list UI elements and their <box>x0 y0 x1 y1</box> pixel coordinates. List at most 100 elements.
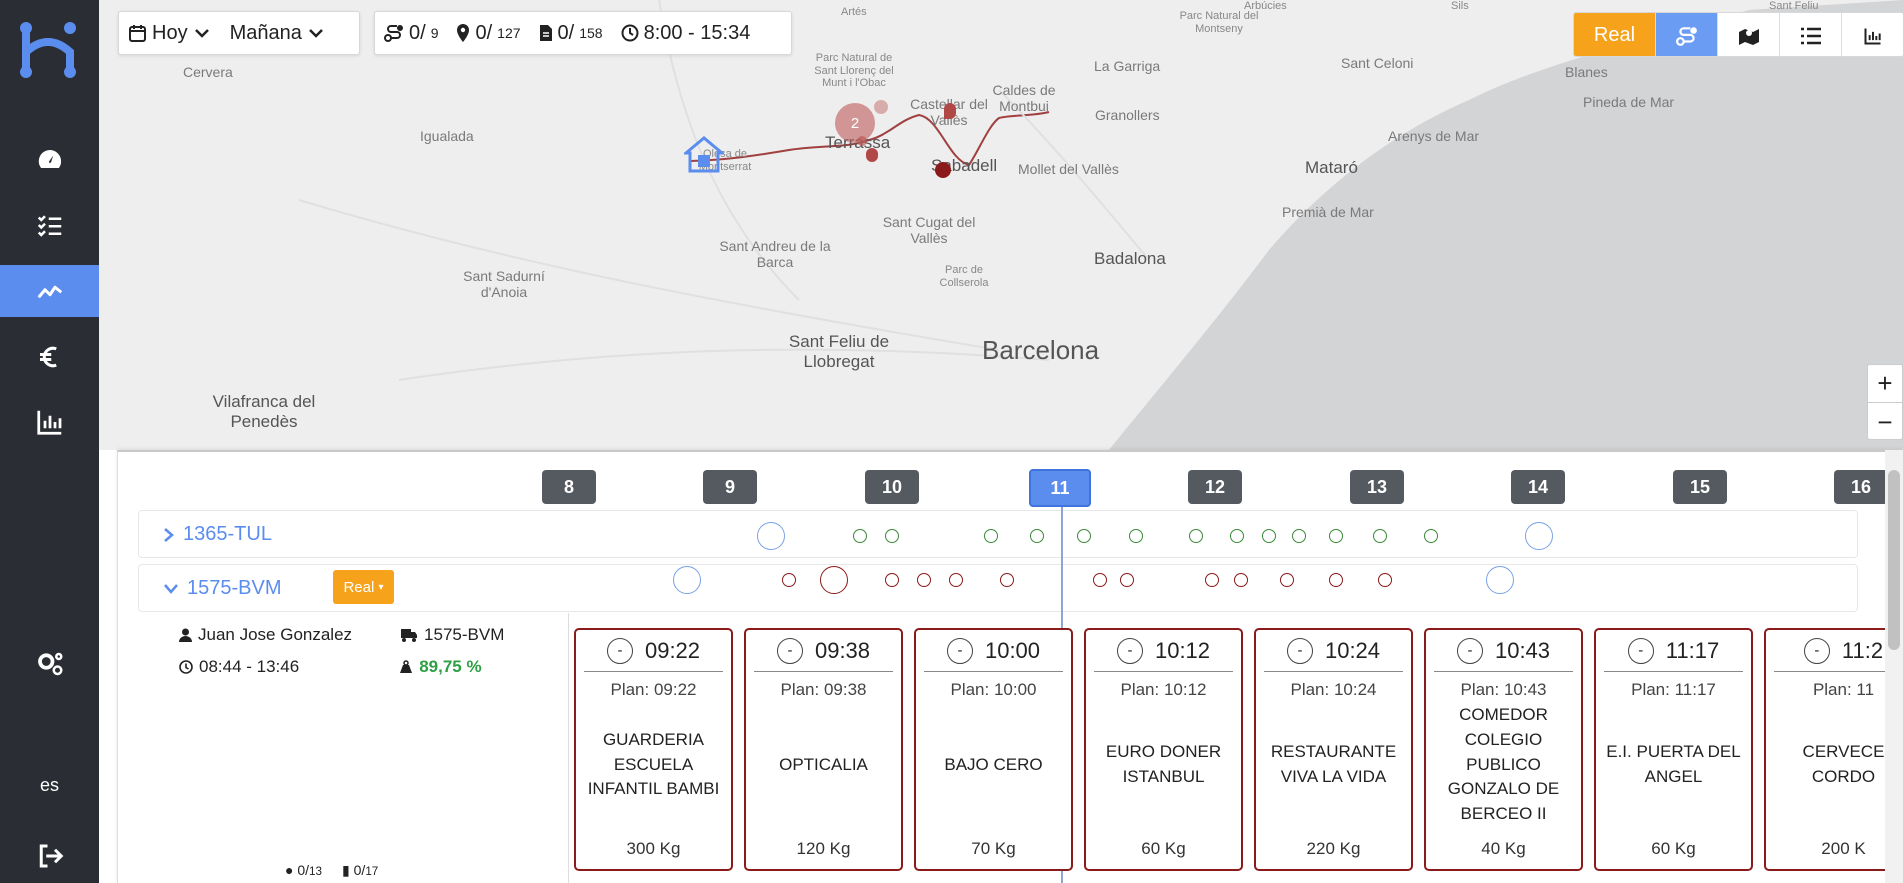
stop-plan-time: Plan: 10:24 <box>1290 680 1377 699</box>
timeline-stop-dot[interactable] <box>1262 529 1276 543</box>
stop-marker[interactable] <box>857 136 867 146</box>
stop-marker[interactable] <box>874 100 888 114</box>
collapse-stop-button[interactable]: - <box>1456 637 1483 664</box>
stop-card[interactable]: -11:17 Plan: 11:17 E.I. PUERTA DEL ANGEL 60… <box>1594 628 1753 871</box>
collapse-stop-button[interactable]: - <box>776 637 803 664</box>
timeline-stop-dot[interactable] <box>949 573 963 587</box>
timeline-stop-dot[interactable] <box>1292 529 1306 543</box>
chart-view-button[interactable] <box>1841 13 1903 56</box>
timeline-stop-dot[interactable] <box>1129 529 1143 543</box>
timeline-stop-dot[interactable] <box>917 573 931 587</box>
stop-weight: 70 Kg <box>971 839 1016 858</box>
stop-card[interactable]: -10:43 Plan: 10:43 COMEDOR COLEGIO PUBLICO… <box>1424 628 1583 871</box>
stop-marker[interactable] <box>866 148 878 162</box>
map-view-button[interactable] <box>1717 13 1779 56</box>
timeline-stop-dot[interactable] <box>1077 529 1091 543</box>
stop-time-row: -10:24 <box>1264 630 1403 672</box>
collapse-stop-button[interactable]: - <box>1803 637 1830 664</box>
app-logo[interactable] <box>18 18 82 82</box>
nav-tasks[interactable] <box>0 199 99 251</box>
timeline-stop-dot[interactable] <box>1280 573 1294 587</box>
timeline-stop-dot[interactable] <box>673 566 701 594</box>
routes-done: 0/ <box>409 21 426 44</box>
stop-customer-name: COMEDOR COLEGIO PUBLICO GONZALO DE BERCE… <box>1447 705 1560 823</box>
timeline-stop-dot[interactable] <box>984 529 998 543</box>
timeline-stop-dot[interactable] <box>853 529 867 543</box>
timeline-stop-dot[interactable] <box>1030 529 1044 543</box>
zoom-control: + − <box>1867 364 1903 440</box>
route-row-label[interactable]: 1575-BVM <box>163 577 282 600</box>
timeline-stop-dot[interactable] <box>820 566 848 594</box>
stop-plan-time: Plan: 11 <box>1812 680 1875 699</box>
stop-card[interactable]: -10:24 Plan: 10:24 RESTAURANTE VIVA LA VID… <box>1254 628 1413 871</box>
stop-marker[interactable] <box>935 162 951 178</box>
timeline-stop-dot[interactable] <box>1205 573 1219 587</box>
timeline-stop-dot[interactable] <box>1189 529 1203 543</box>
collapse-stop-button[interactable]: - <box>1627 637 1654 664</box>
day-today-dropdown[interactable]: Hoy <box>119 22 220 45</box>
day-tomorrow-dropdown[interactable]: Mañana <box>220 22 334 45</box>
orders-stat: 0/158 <box>530 22 612 45</box>
stop-marker[interactable] <box>944 103 956 119</box>
depot-icon[interactable] <box>681 135 727 173</box>
map-label: Sant Celoni <box>1341 55 1414 71</box>
route-row[interactable]: 1575-BVM <box>138 564 1858 612</box>
timeline-stop-dot[interactable] <box>782 573 796 587</box>
real-mode-badge[interactable]: Real ▾ <box>333 570 394 604</box>
map-label: Badalona <box>1094 249 1166 268</box>
route-id: 1575-BVM <box>187 577 282 599</box>
real-mode-button[interactable]: Real <box>1574 13 1655 56</box>
collapse-stop-button[interactable]: - <box>946 637 973 664</box>
timeline-stop-dot[interactable] <box>1525 522 1553 550</box>
route-row-label[interactable]: 1365-TUL <box>163 523 272 546</box>
stop-card[interactable]: -09:38 Plan: 09:38 OPTICALIA 120 Kg <box>744 628 903 871</box>
timeline-stop-dot[interactable] <box>885 529 899 543</box>
timeline-stop-dot[interactable] <box>757 522 785 550</box>
timeline-stop-dot[interactable] <box>1378 573 1392 587</box>
timeline-stop-dot[interactable] <box>1329 529 1343 543</box>
nav-dashboard[interactable] <box>0 134 99 186</box>
day-tomorrow-label: Mañana <box>229 21 302 44</box>
language-selector[interactable]: es <box>0 775 99 796</box>
sidebar: es <box>0 0 99 883</box>
nav-logout[interactable] <box>0 830 99 882</box>
collapse-stop-button[interactable]: - <box>1286 637 1313 664</box>
chevron-down-icon <box>308 29 323 38</box>
timeline-stop-dot[interactable] <box>1234 573 1248 587</box>
zoom-in-button[interactable]: + <box>1868 365 1902 403</box>
collapse-stop-button[interactable]: - <box>1116 637 1143 664</box>
panel-scrollbar[interactable] <box>1885 450 1903 883</box>
stop-card[interactable]: -10:12 Plan: 10:12 EURO DONER ISTANBUL 60 K… <box>1084 628 1243 871</box>
timeline-stop-dot[interactable] <box>1230 529 1244 543</box>
stop-card[interactable]: -11:2 Plan: 11 CERVECE CORDO 200 K <box>1764 628 1903 871</box>
timeline-stop-dot[interactable] <box>1373 529 1387 543</box>
map-label: Premià de Mar <box>1282 204 1374 220</box>
nav-settings[interactable] <box>0 638 99 690</box>
stop-card[interactable]: -10:00 Plan: 10:00 BAJO CERO 70 Kg <box>914 628 1073 871</box>
map[interactable]: Artés Parc Natural de Sant Llorenç del M… <box>99 0 1903 450</box>
map-label: Arenys de Mar <box>1388 128 1480 144</box>
route-view-button[interactable] <box>1655 13 1717 56</box>
timeline-stop-dot[interactable] <box>1486 566 1514 594</box>
collapse-stop-button[interactable]: - <box>606 637 633 664</box>
nav-reports[interactable] <box>0 396 99 448</box>
orders-done: 0/ <box>557 21 575 44</box>
list-view-button[interactable] <box>1779 13 1841 56</box>
timeline-stop-dot[interactable] <box>1000 573 1014 587</box>
stop-card[interactable]: -09:22 Plan: 09:22 GUARDERIA ESCUELA INFAN… <box>574 628 733 871</box>
timeline-stop-dot[interactable] <box>885 573 899 587</box>
driver-schedule: 08:44 - 13:46 <box>199 657 300 676</box>
time-range: 8:00 - 15:34 <box>643 21 751 44</box>
zoom-out-button[interactable]: − <box>1868 403 1902 441</box>
nav-analytics[interactable] <box>0 265 99 317</box>
nav-billing[interactable] <box>0 331 99 383</box>
timeline-stop-dot[interactable] <box>1424 529 1438 543</box>
truck-icon <box>401 629 418 642</box>
timeline-stop-dot[interactable] <box>1329 573 1343 587</box>
scrollbar-thumb[interactable] <box>1888 470 1900 650</box>
stop-cluster[interactable]: 2 <box>835 103 875 143</box>
driver-name: Juan Jose Gonzalez <box>198 625 353 644</box>
timeline-stop-dot[interactable] <box>1093 573 1107 587</box>
route-row[interactable]: 1365-TUL <box>138 510 1858 558</box>
timeline-stop-dot[interactable] <box>1120 573 1134 587</box>
